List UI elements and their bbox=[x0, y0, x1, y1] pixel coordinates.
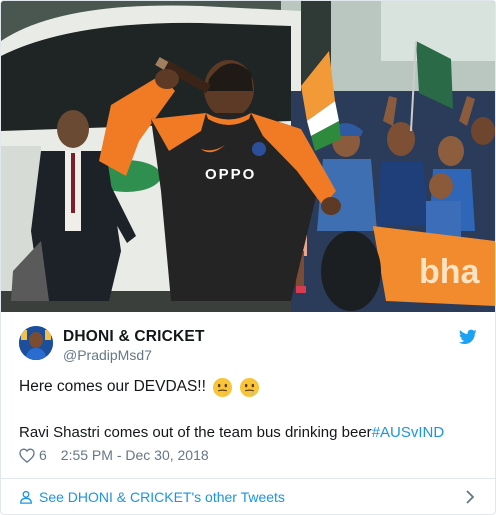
like-count[interactable]: 6 bbox=[39, 447, 47, 463]
tweet-timestamp[interactable]: 2:55 PM - Dec 30, 2018 bbox=[61, 447, 209, 463]
tweet-meta: 6 2:55 PM - Dec 30, 2018 bbox=[19, 447, 209, 463]
display-name[interactable]: DHONI & CRICKET bbox=[63, 327, 205, 346]
embedded-tweet-card: bha OPPO DHONI & CRICKET @PradipMsd7 Her… bbox=[0, 0, 496, 515]
avatar-image bbox=[19, 326, 53, 360]
see-other-tweets-label: See DHONI & CRICKET's other Tweets bbox=[39, 488, 285, 505]
hashtag-link[interactable]: #AUSvIND bbox=[372, 424, 445, 441]
see-other-tweets-link[interactable]: See DHONI & CRICKET's other Tweets bbox=[1, 479, 495, 514]
tweet-text-intro: Here comes our DEVDAS!! bbox=[19, 378, 206, 395]
tweet-text-line1: Here comes our DEVDAS!! bbox=[19, 376, 260, 398]
drooling-face-emoji-icon bbox=[212, 377, 232, 397]
person-icon bbox=[20, 490, 32, 504]
tweet-header: DHONI & CRICKET @PradipMsd7 bbox=[19, 326, 479, 366]
twitter-bird-icon[interactable] bbox=[459, 329, 477, 345]
drooling-face-emoji-icon bbox=[239, 377, 259, 397]
banner-text: bha bbox=[419, 253, 481, 291]
avatar[interactable] bbox=[19, 326, 53, 360]
author-names: DHONI & CRICKET @PradipMsd7 bbox=[63, 327, 205, 364]
user-handle[interactable]: @PradipMsd7 bbox=[63, 346, 205, 364]
tweet-media-photo[interactable]: bha OPPO bbox=[1, 1, 495, 312]
jersey-sponsor-text: OPPO bbox=[205, 166, 256, 183]
heart-icon[interactable] bbox=[19, 447, 35, 463]
tweet-text-line2: Ravi Shastri comes out of the team bus d… bbox=[19, 423, 444, 443]
chevron-right-icon bbox=[466, 490, 475, 504]
photo-scene: bha OPPO bbox=[1, 1, 495, 312]
tweet-text-body: Ravi Shastri comes out of the team bus d… bbox=[19, 424, 372, 441]
